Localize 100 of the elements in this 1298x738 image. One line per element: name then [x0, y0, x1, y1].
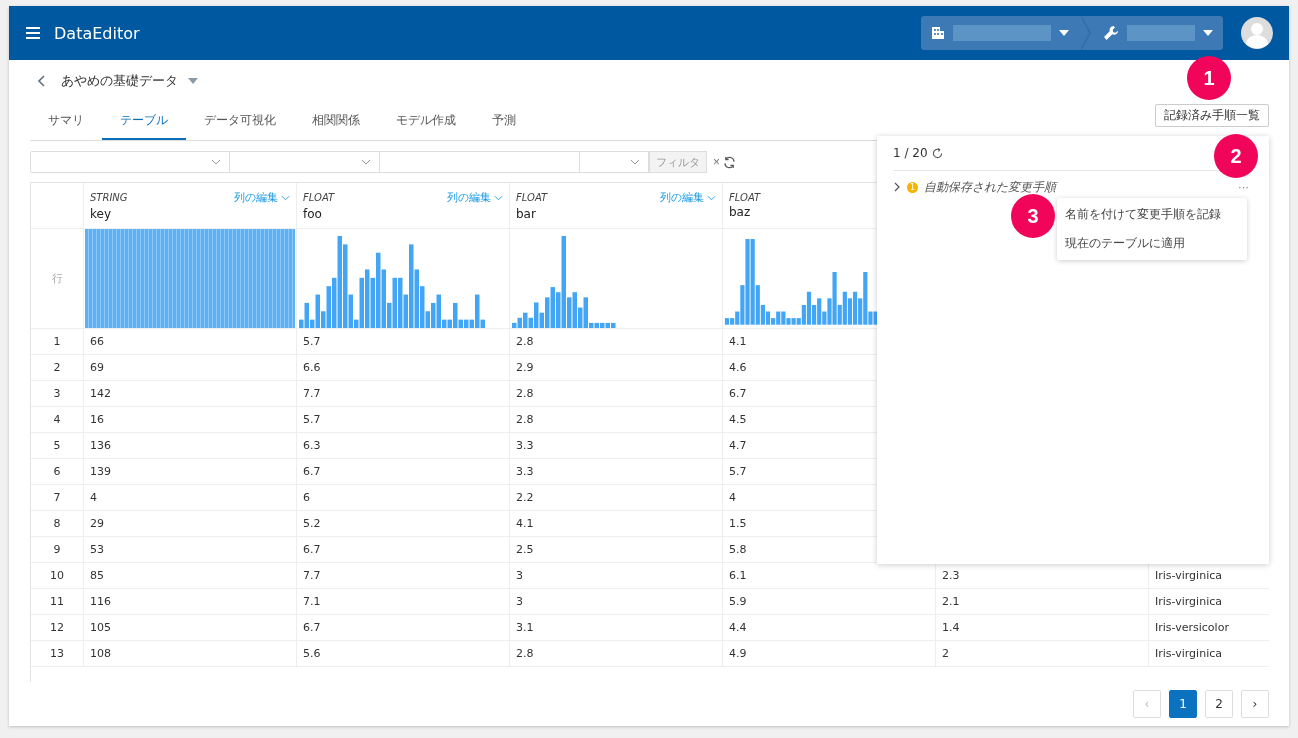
table-cell: 7.1 — [303, 595, 321, 608]
callout-badge: 1 — [1187, 56, 1231, 100]
table-cell: 6.7 — [303, 465, 321, 478]
table-cell: 3 — [516, 595, 523, 608]
page-button[interactable]: 2 — [1205, 690, 1233, 718]
app-title: DataEditor — [54, 23, 140, 43]
table-cell: Iris-virginica — [1155, 595, 1222, 608]
tab[interactable]: データ可視化 — [186, 102, 294, 140]
column-name: bar — [516, 207, 537, 221]
table-cell: 16 — [90, 413, 104, 426]
column-type: FLOAT — [516, 192, 548, 203]
menu-icon[interactable] — [26, 27, 40, 39]
building-icon — [931, 26, 945, 40]
row-number: 6 — [53, 465, 61, 478]
row-number: 5 — [53, 439, 61, 452]
row-number: 4 — [53, 413, 61, 426]
row-header: 行 — [51, 271, 63, 286]
table-cell: 5.8 — [729, 543, 747, 556]
table-cell: 4.4 — [729, 621, 747, 634]
row-number: 8 — [53, 517, 61, 530]
tab[interactable]: モデル作成 — [378, 102, 474, 140]
chevron-down-icon — [211, 159, 221, 165]
tab[interactable]: テーブル — [102, 102, 186, 140]
table-cell: 5.9 — [729, 595, 747, 608]
table-cell: 7.7 — [303, 387, 321, 400]
row-number: 9 — [53, 543, 61, 556]
more-button[interactable]: ··· — [1234, 181, 1253, 193]
table-cell: 6 — [303, 491, 310, 504]
row-number: 12 — [50, 621, 64, 634]
table-cell: 6.7 — [729, 387, 747, 400]
table-cell: 1.4 — [942, 621, 960, 634]
table-cell: 85 — [90, 569, 104, 582]
column-type: FLOAT — [303, 192, 335, 203]
table-cell: 3.3 — [516, 439, 534, 452]
table-cell: 3.1 — [516, 621, 534, 634]
refresh-icon[interactable] — [931, 147, 943, 159]
table-cell: 2.9 — [516, 361, 534, 374]
table-cell: 2.1 — [942, 595, 960, 608]
table-cell: 4 — [90, 491, 97, 504]
table-cell: 2.8 — [516, 647, 534, 660]
chevron-down-icon — [630, 159, 640, 165]
refresh-icon[interactable] — [723, 155, 736, 169]
table-cell: 1.5 — [729, 517, 747, 530]
table-cell: 2.5 — [516, 543, 534, 556]
table-cell: 4 — [729, 491, 736, 504]
row-number: 7 — [53, 491, 61, 504]
table-cell: 105 — [90, 621, 111, 634]
row-number: 11 — [50, 595, 64, 608]
table-cell: 108 — [90, 647, 111, 660]
caret-icon — [1203, 30, 1213, 36]
caret-icon — [1059, 30, 1069, 36]
wrench-icon — [1103, 25, 1119, 41]
chevron-down-icon — [494, 194, 503, 201]
table-cell: 136 — [90, 439, 111, 452]
chevron-down-icon — [707, 194, 716, 201]
value-input[interactable] — [379, 151, 580, 173]
tab[interactable]: サマリ — [30, 102, 102, 140]
row-number: 3 — [53, 387, 61, 400]
tab[interactable]: 相関関係 — [294, 102, 378, 140]
table-cell: 116 — [90, 595, 111, 608]
tab[interactable]: 予測 — [474, 102, 534, 140]
table-cell: 4.1 — [516, 517, 534, 530]
column-name: foo — [303, 207, 323, 221]
table-cell: 69 — [90, 361, 104, 374]
table-cell: 4.6 — [729, 361, 747, 374]
breadcrumb-separator-icon — [1081, 16, 1091, 50]
avatar-icon[interactable] — [1241, 17, 1273, 49]
table-cell: 4.1 — [729, 335, 747, 348]
table-cell: 6.3 — [303, 439, 321, 452]
table-cell: 5.7 — [729, 465, 747, 478]
table-cell: 2.3 — [942, 569, 960, 582]
clear-button[interactable]: × — [707, 155, 723, 169]
next-page-button[interactable]: › — [1241, 690, 1269, 718]
menu-item[interactable]: 現在のテーブルに適用 — [1057, 229, 1247, 258]
chevron-right-icon[interactable] — [893, 182, 901, 192]
table-cell: 7.7 — [303, 569, 321, 582]
table-cell: 2.2 — [516, 491, 534, 504]
table-cell: Iris-virginica — [1155, 569, 1222, 582]
table-cell: 6.7 — [303, 543, 321, 556]
page-button[interactable]: 1 — [1169, 690, 1197, 718]
table-cell: 139 — [90, 465, 111, 478]
table-cell: 142 — [90, 387, 111, 400]
table-cell: 6.1 — [729, 569, 747, 582]
count-badge: 1 — [907, 181, 918, 193]
row-number: 10 — [50, 569, 64, 582]
table-cell: 4.5 — [729, 413, 747, 426]
table-cell: 6.7 — [303, 621, 321, 634]
table-cell: 5.7 — [303, 335, 321, 348]
workspace-selector[interactable] — [921, 16, 1223, 50]
back-icon[interactable] — [37, 75, 45, 87]
dataset-title: あやめの基礎データ — [61, 72, 178, 90]
recorded-steps-button[interactable]: 記録済み手順一覧 — [1155, 104, 1269, 127]
table-cell: 3 — [516, 569, 523, 582]
caret-icon[interactable] — [188, 78, 198, 84]
menu-item[interactable]: 名前を付けて変更手順を記録 — [1057, 200, 1247, 229]
table-cell: 6.6 — [303, 361, 321, 374]
row-number: 13 — [50, 647, 64, 660]
table-cell: 3.3 — [516, 465, 534, 478]
table-cell: 5.6 — [303, 647, 321, 660]
table-cell: 2 — [942, 647, 949, 660]
